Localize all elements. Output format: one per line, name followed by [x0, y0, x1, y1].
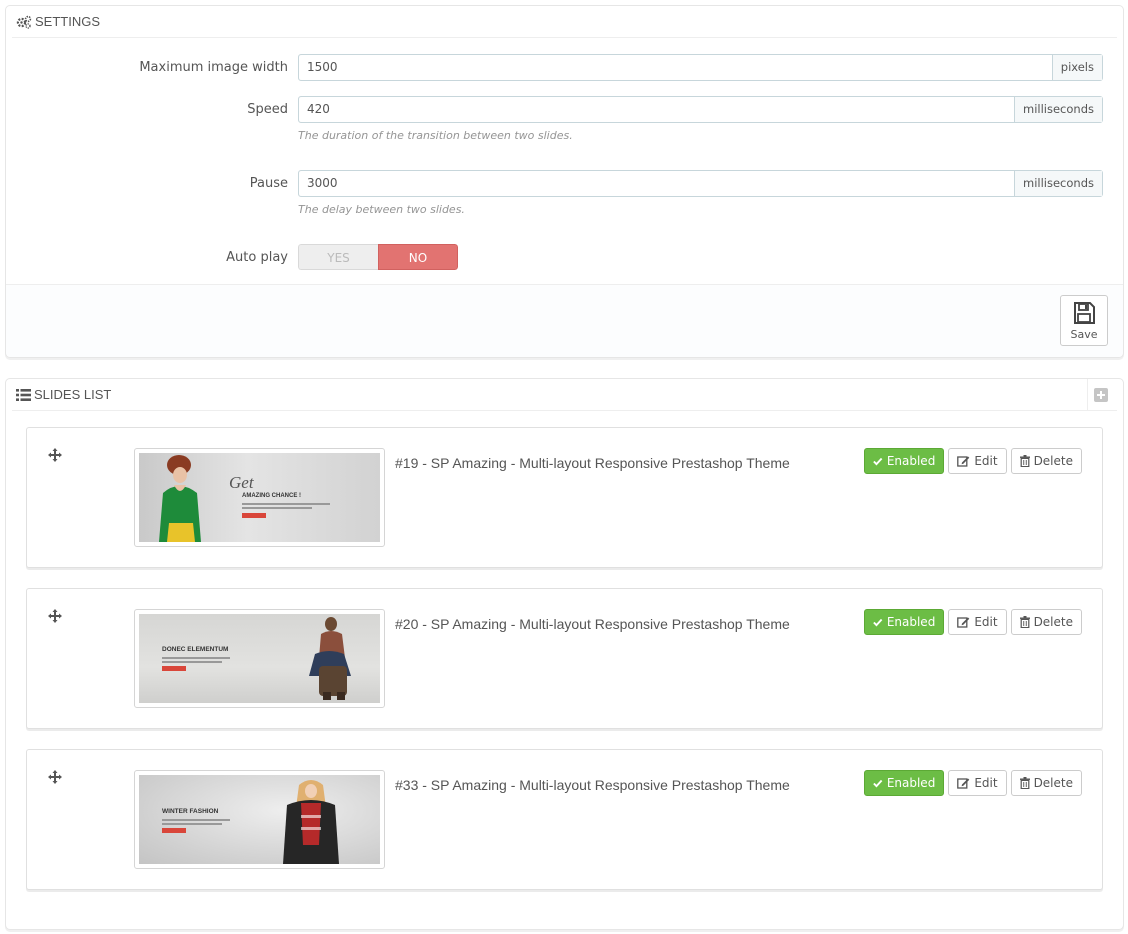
move-arrows-icon	[48, 609, 62, 623]
drag-handle[interactable]	[48, 770, 62, 788]
max-width-label: Maximum image width	[139, 60, 288, 75]
autoplay-no-option[interactable]: NO	[378, 244, 458, 270]
slides-list-title: SLIDES LIST	[34, 387, 112, 402]
slides-list-panel: SLIDES LIST Get AMAZING CHANCE ! #19 - S…	[5, 378, 1124, 930]
drag-handle[interactable]	[48, 448, 62, 466]
autoplay-switch[interactable]: YES NO	[298, 244, 458, 270]
slide-thumbnail: Get AMAZING CHANCE !	[134, 448, 385, 547]
slide-title: #33 - SP Amazing - Multi-layout Responsi…	[395, 777, 790, 793]
check-icon	[873, 779, 883, 787]
slide-status-label: Enabled	[886, 615, 936, 629]
slide-edit-label: Edit	[974, 776, 998, 790]
pause-input[interactable]: 3000	[299, 171, 1014, 196]
slide-delete-label: Delete	[1033, 776, 1073, 790]
thumb-heading: AMAZING CHANCE !	[242, 493, 301, 499]
slide-status-label: Enabled	[886, 776, 936, 790]
slide-edit-button[interactable]: Edit	[948, 609, 1007, 635]
slide-edit-button[interactable]: Edit	[948, 448, 1007, 474]
autoplay-yes-option[interactable]: YES	[298, 244, 378, 270]
slide-status-button[interactable]: Enabled	[864, 609, 945, 635]
slide-image: WINTER FASHION	[139, 775, 380, 864]
drag-handle[interactable]	[48, 609, 62, 627]
slide-status-button[interactable]: Enabled	[864, 448, 945, 474]
slide-title: #19 - SP Amazing - Multi-layout Responsi…	[395, 455, 790, 471]
pencil-square-icon	[957, 456, 970, 467]
add-slide-button[interactable]	[1087, 379, 1117, 411]
slide-image: Get AMAZING CHANCE !	[139, 453, 380, 542]
settings-footer: Save	[6, 284, 1123, 357]
max-width-input-group: 1500 pixels	[298, 54, 1103, 81]
slide-actions: Enabled Edit Delete	[864, 448, 1082, 474]
slide-actions: Enabled Edit Delete	[864, 770, 1082, 796]
pause-help-text: The delay between two slides.	[298, 203, 465, 216]
slide-item: Get AMAZING CHANCE ! #19 - SP Amazing - …	[26, 427, 1103, 568]
speed-unit: milliseconds	[1014, 97, 1102, 122]
pencil-square-icon	[957, 617, 970, 628]
move-arrows-icon	[48, 448, 62, 462]
slide-item: DONEC ELEMENTUM #20 - SP Amazing - Multi…	[26, 588, 1103, 729]
slide-item: WINTER FASHION #33 - SP Amazing - Multi-…	[26, 749, 1103, 890]
speed-input[interactable]: 420	[299, 97, 1014, 122]
slides-list-heading: SLIDES LIST	[12, 379, 1117, 411]
trash-icon	[1019, 455, 1030, 467]
max-width-unit: pixels	[1051, 55, 1102, 80]
floppy-disk-icon	[1074, 301, 1095, 324]
settings-panel-heading: SETTINGS	[12, 6, 1117, 38]
pause-label: Pause	[249, 176, 288, 191]
speed-help-text: The duration of the transition between t…	[298, 129, 573, 142]
thumb-script-text: Get	[229, 473, 254, 492]
slide-status-button[interactable]: Enabled	[864, 770, 945, 796]
slide-delete-button[interactable]: Delete	[1010, 448, 1082, 474]
slide-delete-button[interactable]: Delete	[1010, 770, 1082, 796]
trash-icon	[1019, 616, 1030, 628]
slide-thumbnail: DONEC ELEMENTUM	[134, 609, 385, 708]
cogs-icon	[16, 15, 32, 29]
speed-label: Speed	[247, 102, 288, 117]
pencil-square-icon	[957, 778, 970, 789]
slide-delete-button[interactable]: Delete	[1010, 609, 1082, 635]
save-label: Save	[1070, 327, 1098, 341]
slide-image: DONEC ELEMENTUM	[139, 614, 380, 703]
thumb-heading: DONEC ELEMENTUM	[162, 646, 229, 653]
slide-delete-label: Delete	[1033, 454, 1073, 468]
slide-actions: Enabled Edit Delete	[864, 609, 1082, 635]
list-icon	[16, 388, 31, 401]
slide-title: #20 - SP Amazing - Multi-layout Responsi…	[395, 616, 790, 632]
trash-icon	[1019, 777, 1030, 789]
pause-unit: milliseconds	[1014, 171, 1102, 196]
check-icon	[873, 618, 883, 626]
slide-delete-label: Delete	[1033, 615, 1073, 629]
slide-edit-label: Edit	[974, 615, 998, 629]
settings-panel: SETTINGS Maximum image width 1500 pixels…	[5, 5, 1124, 358]
slide-status-label: Enabled	[886, 454, 936, 468]
slide-edit-button[interactable]: Edit	[948, 770, 1007, 796]
pause-input-group: 3000 milliseconds	[298, 170, 1103, 197]
speed-input-group: 420 milliseconds	[298, 96, 1103, 123]
plus-square-icon	[1094, 388, 1108, 402]
slide-edit-label: Edit	[974, 454, 998, 468]
autoplay-label: Auto play	[226, 250, 288, 265]
thumb-heading: WINTER FASHION	[162, 808, 219, 815]
settings-title: SETTINGS	[35, 14, 101, 29]
move-arrows-icon	[48, 770, 62, 784]
check-icon	[873, 457, 883, 465]
save-button[interactable]: Save	[1060, 295, 1108, 346]
slide-thumbnail: WINTER FASHION	[134, 770, 385, 869]
max-width-input[interactable]: 1500	[299, 55, 1052, 80]
